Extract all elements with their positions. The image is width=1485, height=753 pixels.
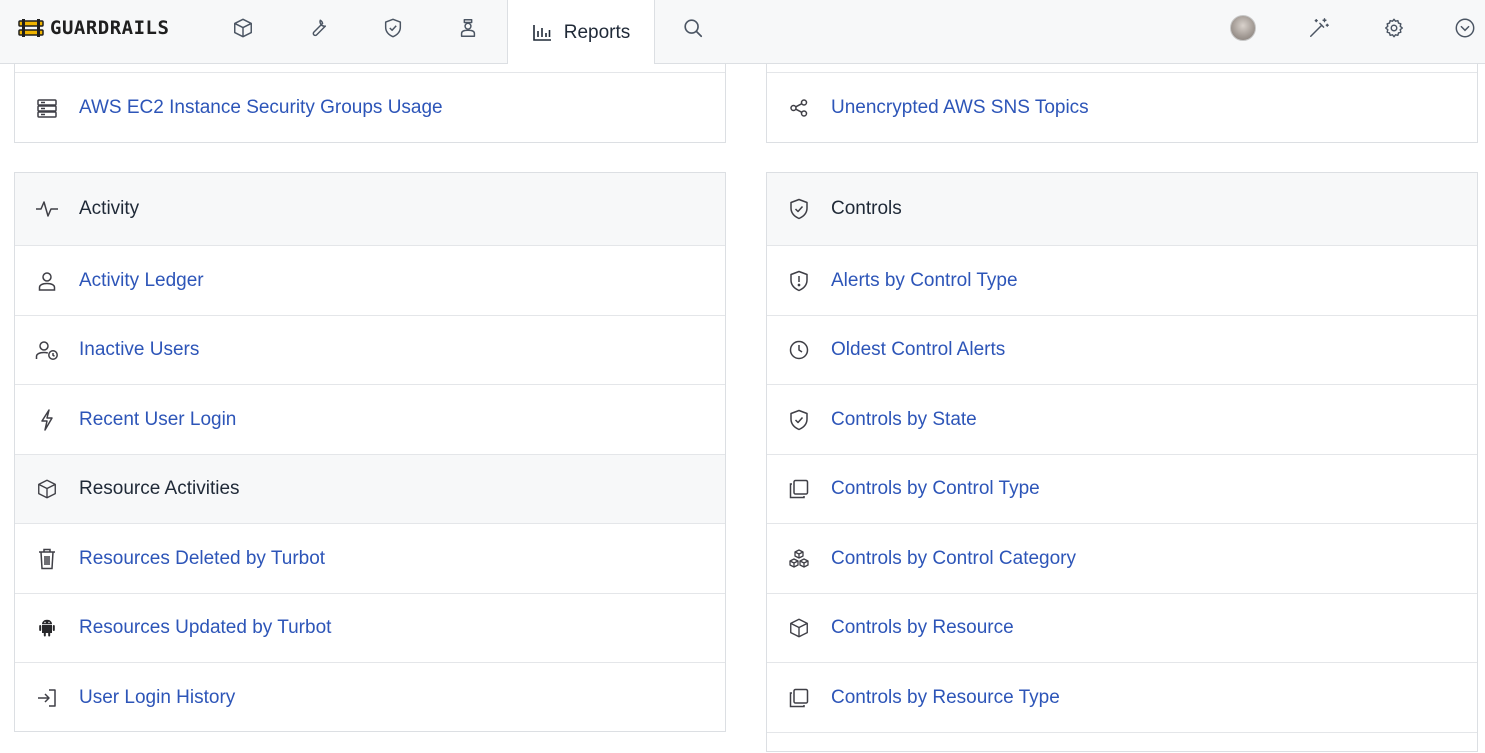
shield-alert-icon (787, 269, 811, 293)
list-item (767, 732, 1477, 753)
activity-panel: Activity Activity Ledger Inactive Users … (14, 172, 726, 732)
list-item[interactable]: Inactive Users (15, 315, 725, 384)
list-item-link[interactable]: Activity Ledger (79, 270, 204, 292)
tab-reports[interactable]: Reports (507, 0, 655, 65)
list-item[interactable]: User Login History (15, 662, 725, 732)
pulse-icon (35, 197, 59, 221)
guardrails-logo-icon (18, 18, 44, 38)
chevron-down-circle-icon[interactable] (1453, 16, 1477, 40)
user-icon (35, 269, 59, 293)
list-item-link[interactable]: Oldest Control Alerts (831, 339, 1005, 361)
cube-icon[interactable] (231, 16, 255, 40)
bar-chart-icon (532, 24, 552, 42)
shield-check-icon (787, 197, 811, 221)
list-item-link[interactable]: Controls by Control Category (831, 548, 1076, 570)
tab-reports-label: Reports (563, 21, 631, 43)
policy-person-icon[interactable] (456, 16, 480, 40)
logo[interactable]: GUARDRAILS (18, 14, 169, 42)
top-left-card: AWS EC2 Instance Security Groups Usage (14, 64, 726, 143)
list-item-link[interactable]: Alerts by Control Type (831, 270, 1018, 292)
avatar[interactable] (1230, 15, 1256, 41)
list-item-link[interactable]: User Login History (79, 687, 235, 709)
panel-header: Activity (15, 173, 725, 245)
list-item-link[interactable]: Recent User Login (79, 409, 236, 431)
copy-icon (787, 477, 811, 501)
trash-icon (35, 547, 59, 571)
list-item-link[interactable]: Unencrypted AWS SNS Topics (831, 97, 1089, 119)
list-item[interactable]: Alerts by Control Type (767, 245, 1477, 315)
group-header: Resource Activities (15, 454, 725, 523)
share-nodes-icon (787, 96, 811, 120)
list-item[interactable]: AWS EC2 Instance Security Groups Usage (15, 72, 725, 142)
clock-icon (787, 338, 811, 362)
copy-icon (787, 686, 811, 710)
list-item[interactable]: Activity Ledger (15, 245, 725, 315)
top-navigation-bar: GUARDRAILS Reports (0, 0, 1485, 65)
list-item[interactable]: Recent User Login (15, 384, 725, 454)
shield-check-icon[interactable] (381, 16, 405, 40)
lightning-icon (35, 408, 59, 432)
list-item-link[interactable]: AWS EC2 Instance Security Groups Usage (79, 97, 443, 119)
list-item-link[interactable]: Controls by Resource Type (831, 687, 1060, 709)
sign-in-icon (35, 686, 59, 710)
list-item-link[interactable]: Controls by Control Type (831, 478, 1040, 500)
magic-wand-icon[interactable] (1307, 16, 1331, 40)
panel-header: Controls (767, 173, 1477, 245)
panel-title: Controls (831, 198, 902, 219)
search-icon[interactable] (681, 16, 705, 40)
shield-check-icon (787, 408, 811, 432)
gear-icon[interactable] (1382, 16, 1406, 40)
wrench-icon[interactable] (306, 16, 330, 40)
panel-title: Activity (79, 198, 140, 219)
list-item-link[interactable]: Controls by Resource (831, 617, 1014, 639)
list-item[interactable]: Unencrypted AWS SNS Topics (767, 72, 1477, 142)
list-item[interactable]: Controls by State (767, 384, 1477, 454)
list-item[interactable]: Oldest Control Alerts (767, 315, 1477, 384)
list-item-link[interactable]: Inactive Users (79, 339, 199, 361)
list-item[interactable]: Controls by Control Category (767, 523, 1477, 593)
logo-text: GUARDRAILS (50, 17, 170, 39)
list-item[interactable]: Resources Deleted by Turbot (15, 523, 725, 593)
list-item[interactable]: Controls by Control Type (767, 454, 1477, 523)
list-item-link[interactable]: Resources Updated by Turbot (79, 617, 331, 639)
list-item[interactable]: Controls by Resource (767, 593, 1477, 662)
cubes-icon (787, 547, 811, 571)
server-icon (35, 96, 59, 120)
cube-icon (35, 477, 59, 501)
android-icon (35, 616, 59, 640)
user-clock-icon (35, 338, 59, 362)
list-item-link[interactable]: Controls by State (831, 409, 977, 431)
list-item[interactable]: Controls by Resource Type (767, 662, 1477, 732)
list-item[interactable]: Resources Updated by Turbot (15, 593, 725, 662)
list-item-link[interactable]: Resources Deleted by Turbot (79, 548, 325, 570)
controls-panel: Controls Alerts by Control Type Oldest C… (766, 172, 1478, 752)
group-title: Resource Activities (79, 478, 240, 499)
top-right-card: Unencrypted AWS SNS Topics (766, 64, 1478, 143)
cube-icon (787, 616, 811, 640)
